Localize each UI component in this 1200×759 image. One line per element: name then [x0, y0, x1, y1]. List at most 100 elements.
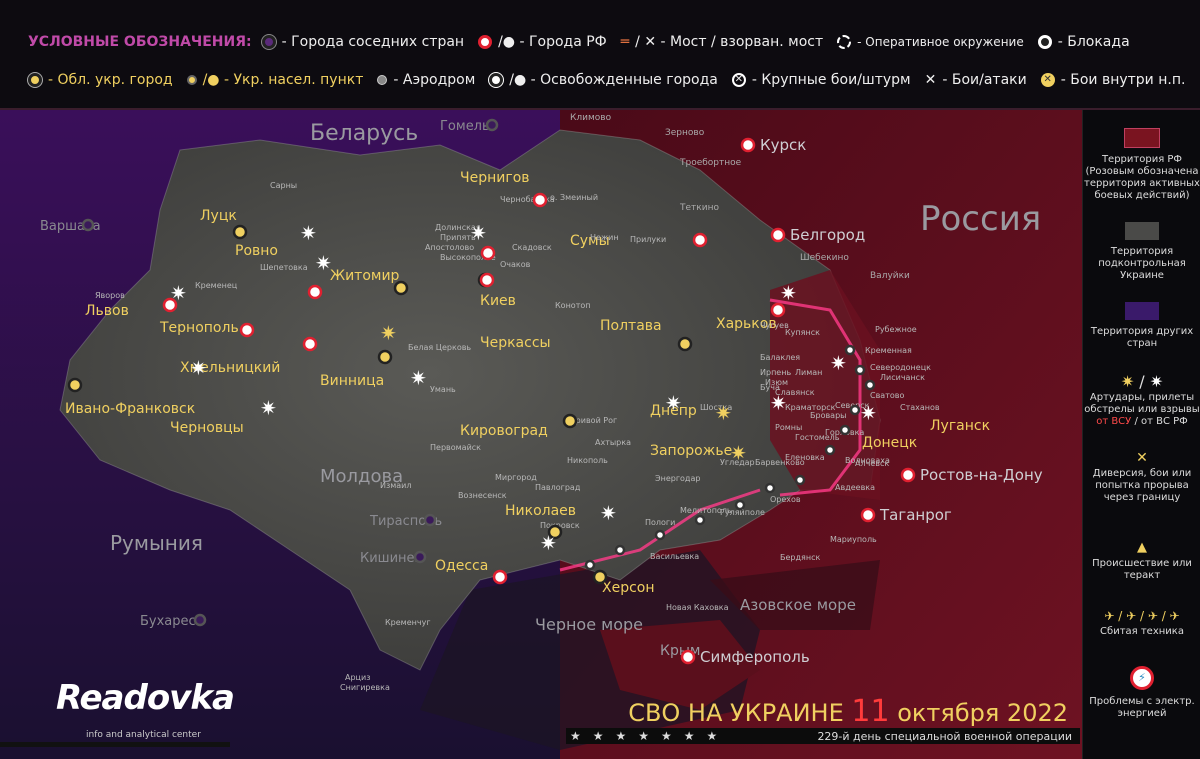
legend-item-urban-battle: ✕ - Бои внутри н.п.: [1040, 72, 1185, 88]
oblast-city-label: Николаев: [505, 503, 576, 519]
power-problem-marker: [692, 232, 708, 248]
power-problem-marker: [479, 272, 495, 288]
town-label: Ромны: [775, 423, 802, 432]
country-label: Румыния: [110, 531, 203, 555]
legend-item-blockade: - Блокада: [1037, 34, 1130, 50]
power-problem-marker: [307, 284, 323, 300]
oblast-city-label: Киев: [480, 293, 516, 309]
ukr-oblast-city-icon: [28, 73, 42, 87]
country-label: Россия: [920, 199, 1041, 239]
oblast-city-marker: [562, 413, 578, 429]
major-battle-icon: ✕: [731, 73, 746, 87]
neighbor-city-icon: [261, 35, 276, 49]
rf-city-marker: [860, 507, 876, 523]
town-label: Северодонецк: [870, 363, 931, 372]
town-label: Авдеевка: [835, 483, 875, 492]
town-label: Никополь: [567, 456, 608, 465]
warning-icon: ▲: [1137, 540, 1147, 555]
sidebar-item-ua-territory: Территория подконтрольная Украине: [1083, 222, 1200, 282]
country-label: Азовское море: [740, 596, 856, 614]
neighbor-city-marker: [193, 613, 207, 627]
power-problem-marker: [492, 569, 508, 585]
neighbor-city-marker: [413, 550, 427, 564]
town-label: Нежин: [590, 233, 619, 242]
country-label: Беларусь: [310, 121, 418, 146]
settlement-marker: [694, 514, 706, 526]
encirclement-icon: [837, 35, 852, 49]
ru-territory-swatch: [1124, 128, 1160, 148]
logo-bar: [0, 742, 230, 747]
oblast-city-label: Кировоград: [460, 423, 548, 439]
town-label: Яворов: [95, 291, 125, 300]
map-canvas: БеларусьРоссияМолдоваРумынияЧерное мореА…: [0, 110, 1082, 759]
town-label: Кременец: [195, 281, 238, 290]
town-label: Измаил: [380, 481, 412, 490]
power-problem-marker: [239, 322, 255, 338]
readovka-logo: Readovka: [56, 678, 235, 718]
town-label: Снигиревка: [340, 683, 390, 692]
legend-item-bridge: ═ / ✕ - Мост / взорван. мост: [620, 34, 824, 50]
strike-icon: ✷: [315, 251, 332, 275]
town-label: Лисичанск: [880, 373, 925, 382]
town-label: Кременчуг: [385, 618, 431, 627]
rf-city-label: Ростов-на-Дону: [920, 466, 1043, 484]
settlement-marker: [844, 344, 856, 356]
blockade-icon: [1037, 35, 1052, 49]
legend-item-neighbor-city: - Города соседних стран: [261, 34, 464, 50]
strike-icons: ✷ / ✷: [1120, 372, 1164, 391]
town-label: Купянск: [785, 328, 820, 337]
town-label: Рубежное: [875, 325, 917, 334]
settlement-marker: [794, 474, 806, 486]
legend-item-liberated: /● - Освобожденные города: [489, 72, 718, 88]
urban-battle-icon: ✕: [1040, 73, 1055, 87]
legend-title: УСЛОВНЫЕ ОБОЗНАЧЕНИЯ:: [28, 34, 252, 50]
settlement-marker: [839, 424, 851, 436]
town-label: Ахтырка: [595, 438, 631, 447]
rf-city-label: Таганрог: [879, 506, 952, 524]
power-problem-marker: [162, 297, 178, 313]
oblast-city-marker: [393, 280, 409, 296]
settlement-marker: [764, 482, 776, 494]
sidebar-item-strikes: ✷ / ✷ Артудары, прилеты обстрелы или взр…: [1084, 372, 1200, 428]
town-label: Павлоград: [535, 483, 581, 492]
day-number: 11: [851, 694, 890, 729]
strike-icon: ✷: [300, 221, 317, 245]
power-problem-marker: [302, 336, 318, 352]
town-label: Миргород: [495, 473, 537, 482]
oblast-city-label: Донецк: [862, 435, 917, 451]
rf-city-label: Зерново: [665, 128, 705, 138]
rf-city-marker: [740, 137, 756, 153]
settlement-marker: [849, 404, 861, 416]
settlement-marker: [734, 499, 746, 511]
oblast-city-label: Ровно: [235, 243, 278, 259]
oblast-city-label: Полтава: [600, 318, 662, 334]
rf-city-label: Курск: [760, 136, 806, 154]
oblast-city-label: Черновцы: [170, 420, 244, 436]
town-label: Кременная: [865, 346, 912, 355]
sidebar-item-ru-territory: Территория РФ (Розовым обозначена террит…: [1083, 128, 1200, 202]
town-label: Лиман: [795, 368, 822, 377]
town-label: Скадовск: [512, 243, 552, 252]
town-label: о. Змеиный: [550, 193, 598, 202]
strike-icon: ✷: [260, 396, 277, 420]
town-label: Барвенково: [755, 458, 805, 467]
town-label: Мариуполь: [830, 535, 877, 544]
oblast-city-marker: [377, 349, 393, 365]
town-label: Чугуев: [760, 321, 789, 330]
town-label: Арциз: [345, 673, 370, 682]
rf-city-label: Троебортное: [679, 158, 742, 168]
sidebar-item-diversion: ✕ Диверсия, бои или попытка прорыва чере…: [1083, 451, 1200, 504]
town-label: Конотоп: [555, 301, 590, 310]
town-label: Апостолово: [425, 243, 474, 252]
power-problem-marker: [770, 302, 786, 318]
legend-row-1: УСЛОВНЫЕ ОБОЗНАЧЕНИЯ: - Города соседних …: [28, 34, 1144, 50]
footer-title: СВО НА УКРАИНЕ 11 октября 2022: [628, 694, 1068, 729]
oblast-city-label: Одесса: [435, 558, 488, 574]
town-label: Шепетовка: [260, 263, 308, 272]
strike-icon: ✷: [730, 441, 747, 465]
rf-city-label: Валуйки: [870, 271, 910, 281]
oblast-city-label: Чернигов: [460, 170, 530, 186]
footer-subtitle: ★★★★★★★ 229-й день специальной военной о…: [566, 728, 1080, 744]
town-label: Умань: [430, 385, 456, 394]
legend-item-major-battle: ✕ - Крупные бои/штурм: [731, 72, 911, 88]
